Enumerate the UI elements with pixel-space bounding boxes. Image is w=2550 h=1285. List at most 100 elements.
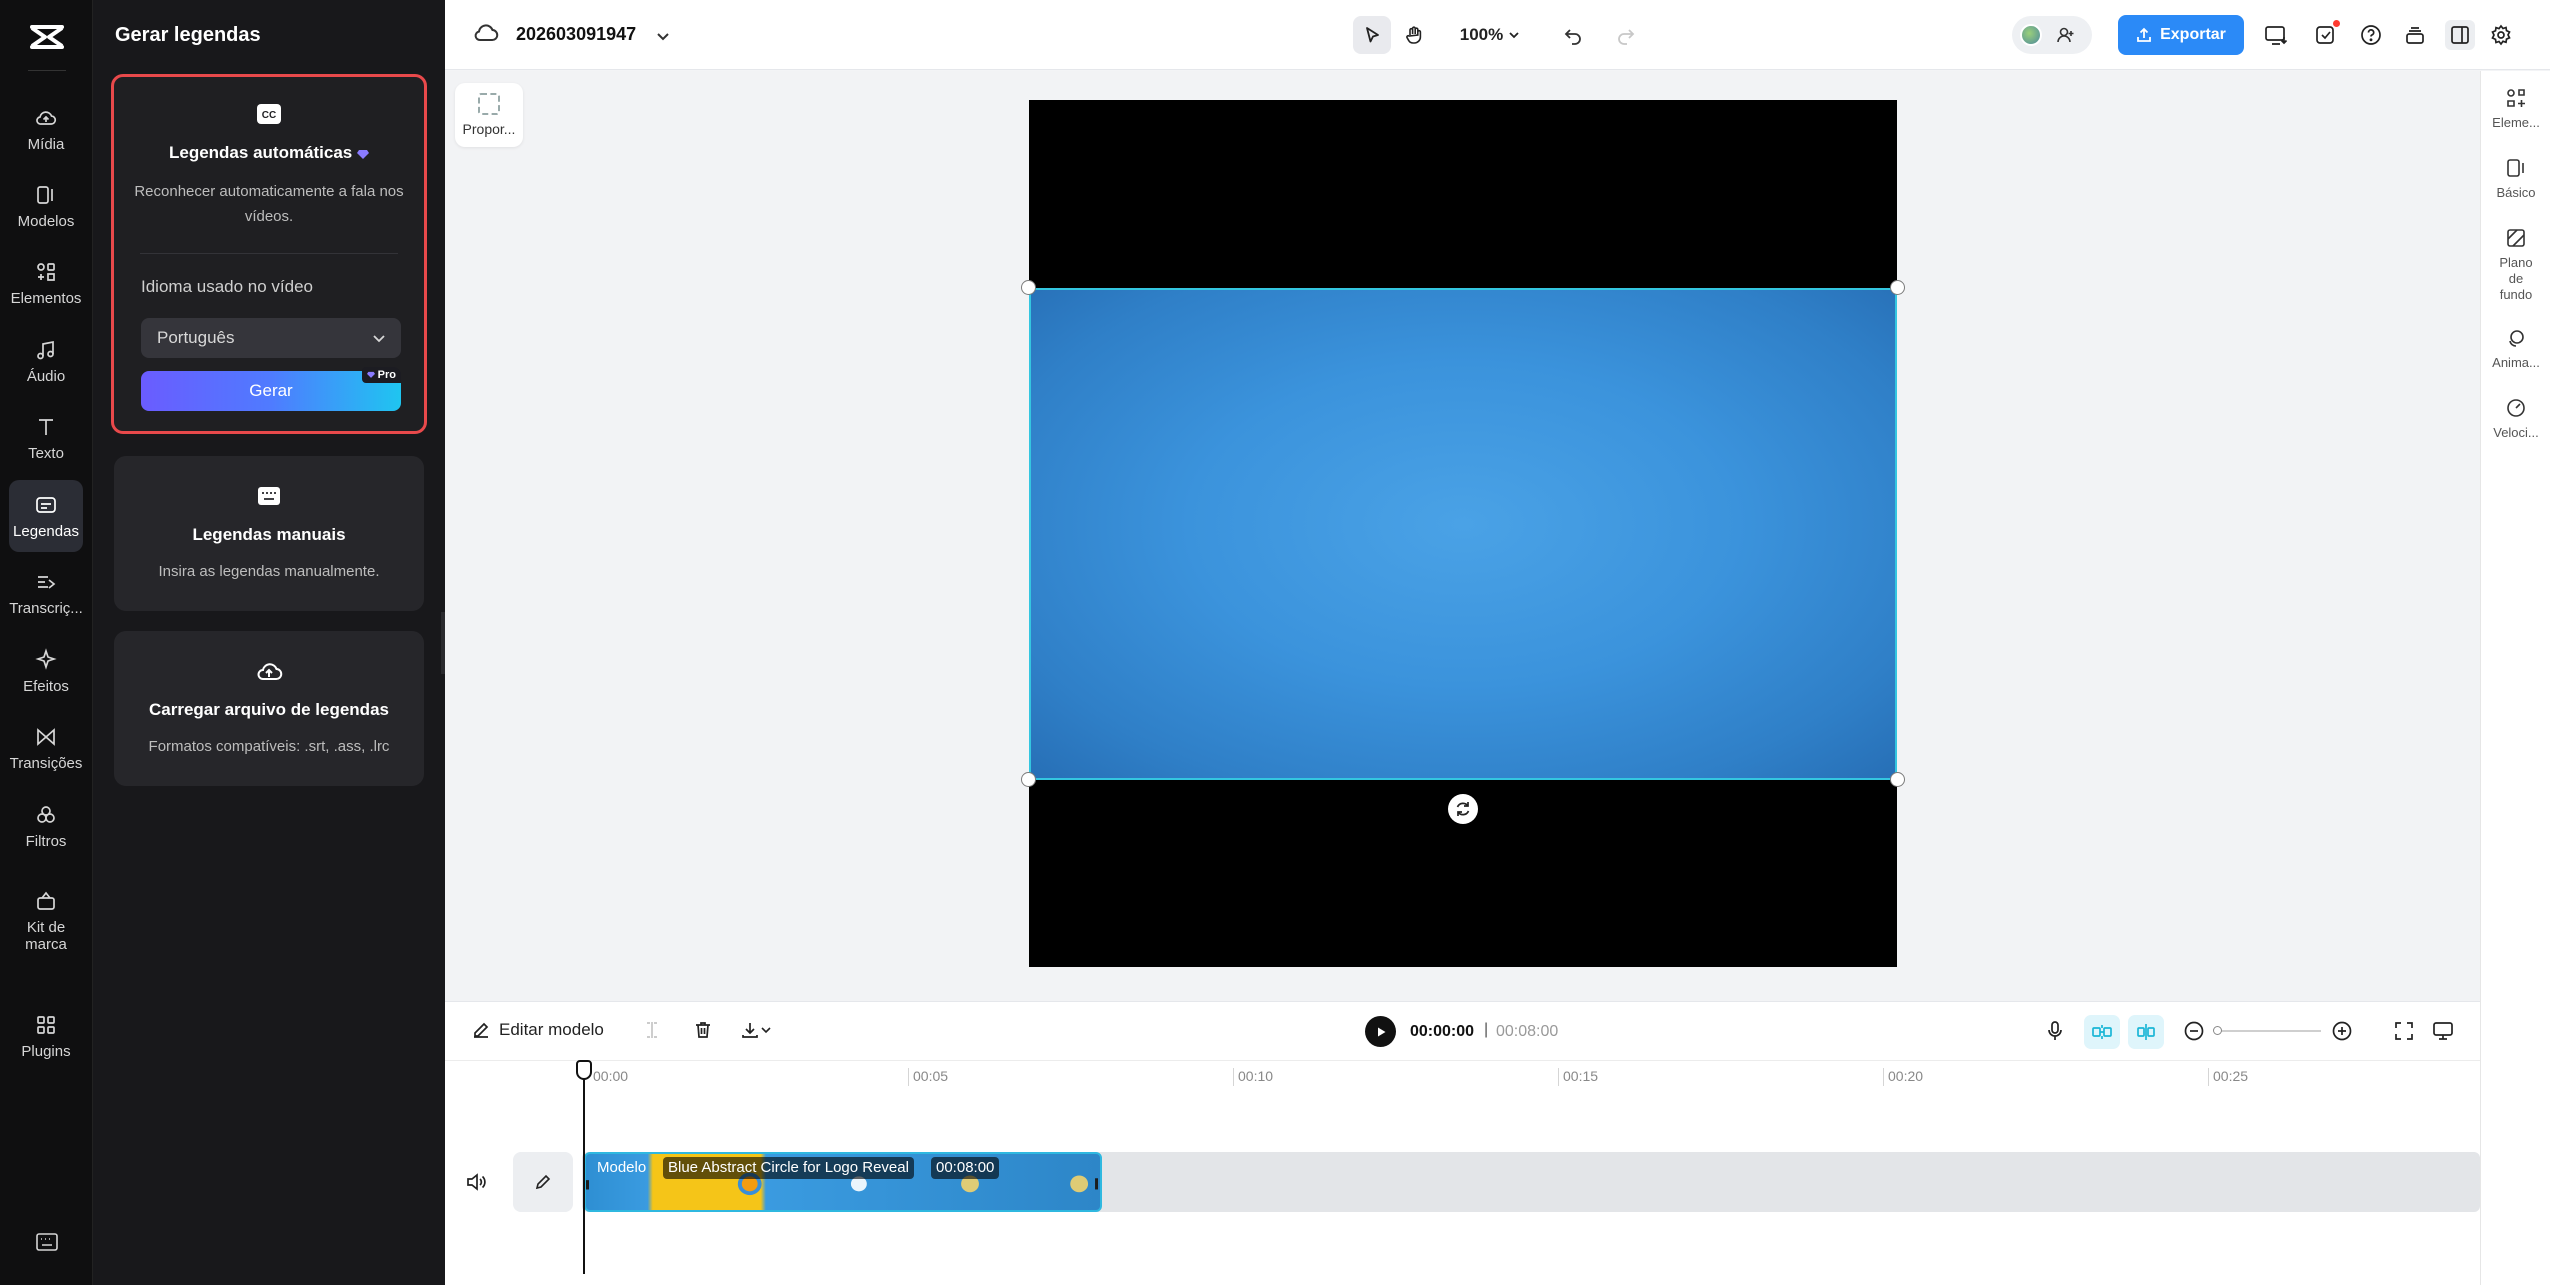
nav-item-filters[interactable]: Filtros bbox=[9, 795, 83, 857]
collaborators[interactable] bbox=[2012, 16, 2092, 54]
clip-duration: 00:08:00 bbox=[931, 1157, 1000, 1179]
language-label: Idioma usado no vídeo bbox=[141, 277, 314, 296]
auto-captions-description: Reconhecer automaticamente a fala nos ví… bbox=[134, 183, 404, 225]
rail-item-speed[interactable]: Veloci... bbox=[2481, 397, 2550, 441]
track-mute-button[interactable] bbox=[465, 1172, 487, 1197]
selected-video-element[interactable] bbox=[1029, 288, 1897, 780]
download-dropdown[interactable] bbox=[740, 1020, 772, 1040]
left-nav: Mídia Modelos Elementos Áudio Texto Lege… bbox=[0, 0, 93, 1285]
rotate-button[interactable] bbox=[1448, 794, 1478, 824]
auto-snap-toggle[interactable] bbox=[2084, 1015, 2120, 1049]
nav-label: Áudio bbox=[26, 367, 66, 385]
nav-item-effects[interactable]: Efeitos bbox=[9, 640, 83, 702]
add-user-icon[interactable] bbox=[2056, 25, 2076, 45]
timeline: Editar modelo 00:00:00 | 00:08:00 00:00 … bbox=[445, 1001, 2480, 1285]
total-duration: 00:08:00 bbox=[1496, 1023, 1559, 1040]
playhead[interactable] bbox=[576, 1060, 592, 1274]
nav-item-transcription[interactable]: Transcriç... bbox=[9, 562, 83, 624]
playhead-handle[interactable] bbox=[576, 1060, 592, 1080]
resize-handle-bottom-left[interactable] bbox=[1021, 772, 1036, 787]
settings-button[interactable] bbox=[2488, 22, 2514, 48]
nav-item-audio[interactable]: Áudio bbox=[9, 330, 83, 392]
nav-item-media[interactable]: Mídia bbox=[9, 98, 83, 160]
layers-button[interactable] bbox=[2402, 22, 2428, 48]
chevron-down-icon bbox=[761, 1027, 771, 1034]
play-button[interactable] bbox=[1365, 1016, 1396, 1047]
select-tool-button[interactable] bbox=[1353, 16, 1391, 54]
pro-badge: Pro bbox=[361, 367, 401, 383]
fit-timeline-button[interactable] bbox=[2393, 1020, 2415, 1042]
hand-tool-button[interactable] bbox=[1395, 16, 1433, 54]
nav-item-text[interactable]: Texto bbox=[9, 407, 83, 469]
zoom-out-button[interactable] bbox=[2183, 1020, 2205, 1042]
ruler-line bbox=[908, 1068, 909, 1086]
rail-item-animation[interactable]: Anima... bbox=[2481, 327, 2550, 371]
layout-icon bbox=[2451, 26, 2469, 44]
monitor-view-button[interactable] bbox=[2432, 1020, 2454, 1042]
language-select[interactable]: Português bbox=[141, 318, 401, 358]
edit-template-button[interactable]: Editar modelo bbox=[471, 1020, 604, 1040]
diamond-icon bbox=[357, 149, 369, 159]
undo-icon bbox=[1564, 29, 1581, 45]
nav-item-elements[interactable]: Elementos bbox=[9, 252, 83, 314]
nav-label: Transcriç... bbox=[9, 599, 83, 617]
cursor-icon bbox=[1366, 27, 1379, 43]
timeline-toolbar: Editar modelo 00:00:00 | 00:08:00 bbox=[445, 1002, 2480, 1061]
cloud-sync-icon[interactable] bbox=[473, 22, 499, 44]
present-button[interactable] bbox=[2263, 22, 2289, 48]
help-button[interactable] bbox=[2358, 22, 2384, 48]
zoom-dropdown[interactable]: 100% bbox=[1450, 16, 1530, 54]
nav-label: Mídia bbox=[27, 135, 65, 153]
ruler-tick: 00:05 bbox=[913, 1068, 949, 1084]
language-select-value: Português bbox=[157, 328, 235, 347]
nav-item-plugins[interactable]: Plugins bbox=[9, 1005, 83, 1067]
manual-captions-card[interactable]: Legendas manuais Insira as legendas manu… bbox=[114, 456, 424, 611]
preview-axis-toggle[interactable] bbox=[2128, 1015, 2164, 1049]
nav-item-transitions[interactable]: Transições bbox=[9, 717, 83, 779]
track-edit-button[interactable] bbox=[513, 1152, 573, 1212]
delete-button[interactable] bbox=[693, 1020, 713, 1040]
elements-icon bbox=[37, 262, 55, 281]
split-button[interactable] bbox=[643, 1020, 661, 1040]
redo-button[interactable] bbox=[1608, 16, 1644, 54]
panel-layout-button[interactable] bbox=[2445, 20, 2475, 50]
resize-handle-top-right[interactable] bbox=[1890, 280, 1905, 295]
upload-captions-card[interactable]: Carregar arquivo de legendas Formatos co… bbox=[114, 631, 424, 786]
slider-knob[interactable] bbox=[2213, 1026, 2222, 1035]
ruler-line bbox=[1883, 1068, 1884, 1086]
captions-panel: Gerar legendas CC Legendas automáticas R… bbox=[93, 0, 445, 1285]
upload-captions-title: Carregar arquivo de legendas bbox=[149, 700, 389, 719]
rail-item-background[interactable]: Plano de fundo bbox=[2481, 227, 2550, 303]
template-clip[interactable]: Modelo Blue Abstract Circle for Logo Rev… bbox=[584, 1152, 1102, 1212]
sparkle-icon bbox=[35, 647, 57, 670]
help-icon bbox=[2361, 25, 2381, 45]
export-button[interactable]: Exportar bbox=[2118, 15, 2244, 55]
aspect-ratio-button[interactable]: Propor... bbox=[455, 83, 523, 147]
nav-label: Modelos bbox=[17, 212, 75, 230]
nav-item-captions[interactable]: Legendas bbox=[9, 480, 83, 552]
chevron-down-icon[interactable] bbox=[655, 28, 671, 44]
resize-handle-bottom-right[interactable] bbox=[1890, 772, 1905, 787]
panel-title: Gerar legendas bbox=[115, 24, 261, 46]
plugins-icon bbox=[37, 1015, 55, 1034]
record-voiceover-button[interactable] bbox=[2045, 1020, 2065, 1042]
transition-icon bbox=[37, 727, 55, 746]
timeline-zoom-slider[interactable] bbox=[2213, 1026, 2321, 1035]
nav-item-templates[interactable]: Modelos bbox=[9, 175, 83, 237]
project-name[interactable]: 202603091947 bbox=[516, 24, 636, 45]
nav-item-brand-kit[interactable]: Kit de marca bbox=[9, 872, 83, 970]
generate-button[interactable]: Gerar Pro bbox=[141, 367, 401, 411]
ruler-line bbox=[1558, 1068, 1559, 1086]
zoom-in-button[interactable] bbox=[2331, 1020, 2353, 1042]
rail-item-basic[interactable]: Básico bbox=[2481, 157, 2550, 201]
capcut-logo-icon[interactable] bbox=[28, 20, 66, 54]
avatar[interactable] bbox=[2020, 24, 2042, 46]
keyboard-shortcuts-icon[interactable] bbox=[35, 1232, 59, 1252]
timeline-ruler[interactable]: 00:00 00:05 00:10 00:15 00:20 00:25 bbox=[445, 1062, 2480, 1092]
undo-button[interactable] bbox=[1555, 16, 1591, 54]
rail-item-elements[interactable]: Eleme... bbox=[2481, 87, 2550, 131]
card-divider bbox=[140, 253, 398, 254]
notifications-button[interactable] bbox=[2313, 20, 2340, 48]
resize-handle-top-left[interactable] bbox=[1021, 280, 1036, 295]
template-icon bbox=[37, 185, 53, 204]
